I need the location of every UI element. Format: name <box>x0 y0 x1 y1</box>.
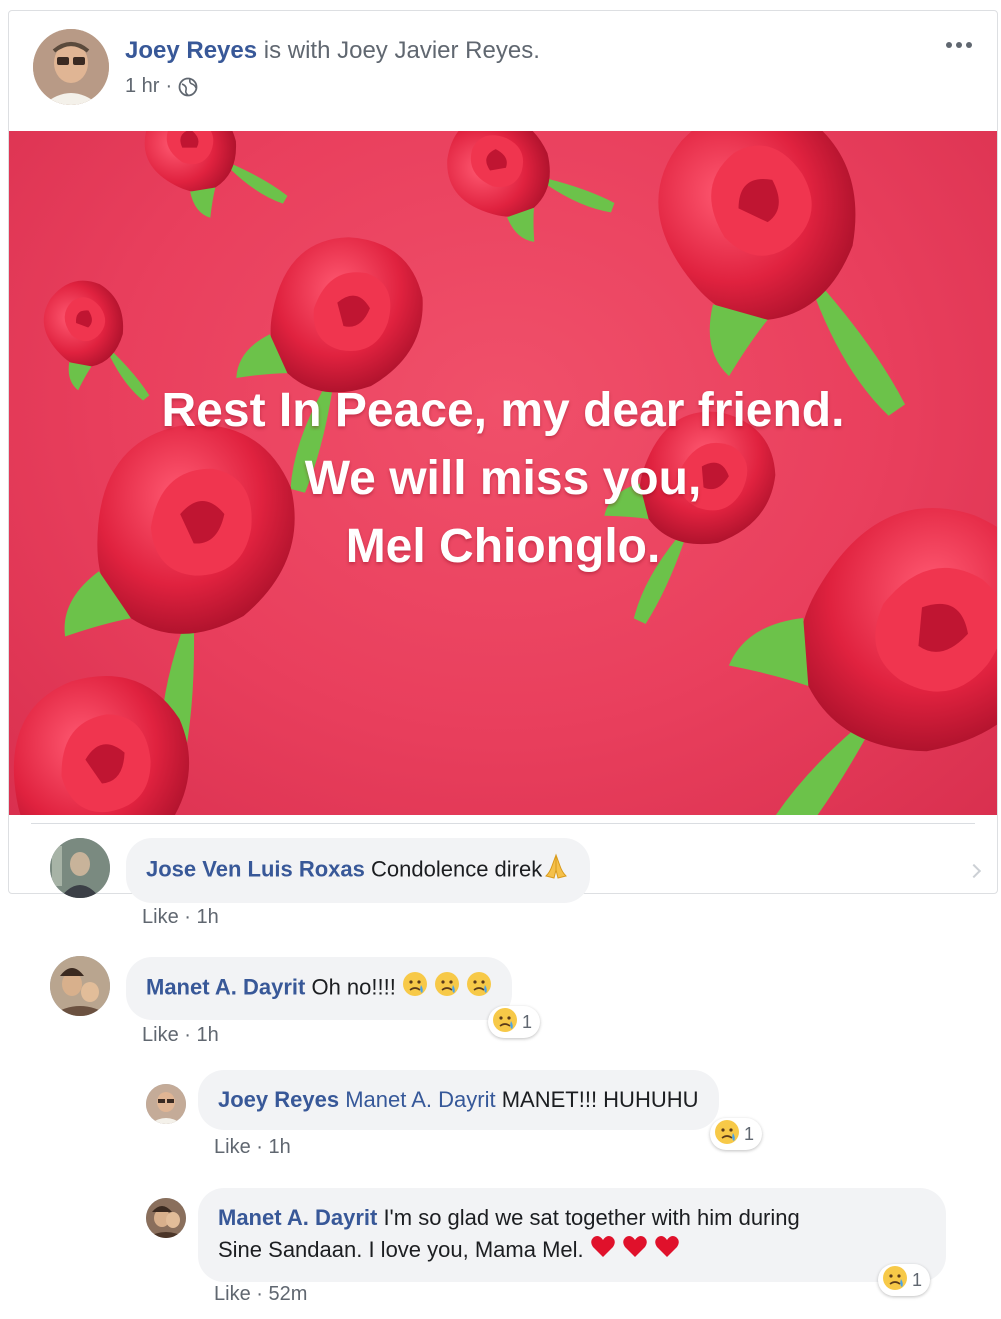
like-button[interactable]: Like <box>214 1136 251 1158</box>
actions-separator: · <box>178 1024 197 1046</box>
crying-face-icon <box>492 1007 518 1038</box>
red-heart-icon <box>590 1235 616 1268</box>
image-caption: Rest In Peace, my dear friend. We will m… <box>9 377 997 581</box>
post-header: Joey Reyes is with Joey Javier Reyes. 1 … <box>9 11 997 131</box>
scroll-indicator[interactable] <box>966 863 982 879</box>
crying-face-icon <box>434 971 460 1006</box>
commenter-avatar[interactable] <box>146 1084 186 1124</box>
comment-time[interactable]: 1h <box>196 906 218 928</box>
commenter-name[interactable]: Manet A. Dayrit <box>146 974 305 999</box>
globe-icon[interactable] <box>178 77 198 97</box>
post-image[interactable]: Rest In Peace, my dear friend. We will m… <box>9 131 997 815</box>
commenter-name[interactable]: Manet A. Dayrit <box>218 1205 377 1230</box>
actions-separator: · <box>250 1136 269 1158</box>
comment-bubble: Manet A. Dayrit Oh no!!!! <box>126 957 513 1020</box>
post-time[interactable]: 1 hr <box>125 75 159 98</box>
actions-separator: · <box>250 1283 269 1305</box>
comment-text-line-2: Sine Sandaan. I love you, Mama Mel. <box>218 1237 590 1262</box>
crying-face-icon <box>466 971 492 1006</box>
comment-time[interactable]: 1h <box>196 1024 218 1046</box>
reaction-count: 1 <box>912 1269 923 1290</box>
like-button[interactable]: Like <box>214 1283 251 1305</box>
comment-bubble: Joey Reyes Manet A. Dayrit MANET!!! HUHU… <box>198 1070 719 1130</box>
post-author-name[interactable]: Joey Reyes <box>125 37 257 64</box>
image-line-1: Rest In Peace, my dear friend. <box>161 384 845 437</box>
comment-actions: Like · 52m <box>214 1283 307 1306</box>
comment-text: Condolence direk <box>371 856 543 882</box>
commenter-avatar[interactable] <box>50 838 110 898</box>
tagged-user[interactable]: Manet A. Dayrit <box>345 1087 495 1112</box>
crying-face-icon <box>714 1119 740 1150</box>
reaction-badge[interactable]: 1 <box>710 1118 763 1150</box>
like-button[interactable]: Like <box>142 906 179 928</box>
comment-text-line-1: I'm so glad we sat together with him dur… <box>377 1205 800 1230</box>
meta-separator: · <box>165 75 173 97</box>
comment-actions: Like · 1h <box>214 1136 291 1159</box>
red-heart-icon <box>654 1235 680 1268</box>
post-meta: 1 hr · <box>125 75 198 98</box>
comment-text: MANET!!! HUHUHU <box>495 1087 699 1112</box>
crying-face-icon <box>882 1265 908 1296</box>
comments-divider <box>31 823 975 824</box>
image-line-2: We will miss you, <box>304 452 702 505</box>
reaction-count: 1 <box>744 1123 755 1144</box>
comment-text: Oh no!!!! <box>311 974 402 1000</box>
comment-time[interactable]: 1h <box>268 1136 290 1158</box>
actions-separator: · <box>178 906 197 928</box>
like-button[interactable]: Like <box>142 1024 179 1046</box>
post-author-line: Joey Reyes is with Joey Javier Reyes. <box>125 37 540 65</box>
post-card: Joey Reyes is with Joey Javier Reyes. 1 … <box>8 10 998 894</box>
post-with-text[interactable]: is with Joey Javier Reyes. <box>257 37 540 64</box>
reaction-badge[interactable]: 1 <box>488 1006 541 1038</box>
author-avatar[interactable] <box>33 29 109 105</box>
commenter-avatar[interactable] <box>50 956 110 1016</box>
comment-bubble: Jose Ven Luis Roxas Condolence direk <box>126 838 591 903</box>
commenter-name[interactable]: Jose Ven Luis Roxas <box>146 856 365 881</box>
reaction-badge[interactable]: 1 <box>878 1264 931 1296</box>
commenter-avatar[interactable] <box>146 1198 186 1238</box>
crying-face-icon <box>402 971 428 1006</box>
commenter-name[interactable]: Joey Reyes <box>218 1087 339 1112</box>
image-line-3: Mel Chionglo. <box>345 520 661 573</box>
reaction-count: 1 <box>522 1011 533 1032</box>
folded-hands-icon <box>542 852 570 889</box>
comment-actions: Like · 1h <box>142 1024 219 1047</box>
red-heart-icon <box>622 1235 648 1268</box>
comment-actions: Like · 1h <box>142 906 219 929</box>
more-options-icon[interactable] <box>939 33 979 57</box>
comment-bubble: Manet A. Dayrit I'm so glad we sat toget… <box>198 1188 946 1282</box>
comment-time[interactable]: 52m <box>268 1283 307 1305</box>
